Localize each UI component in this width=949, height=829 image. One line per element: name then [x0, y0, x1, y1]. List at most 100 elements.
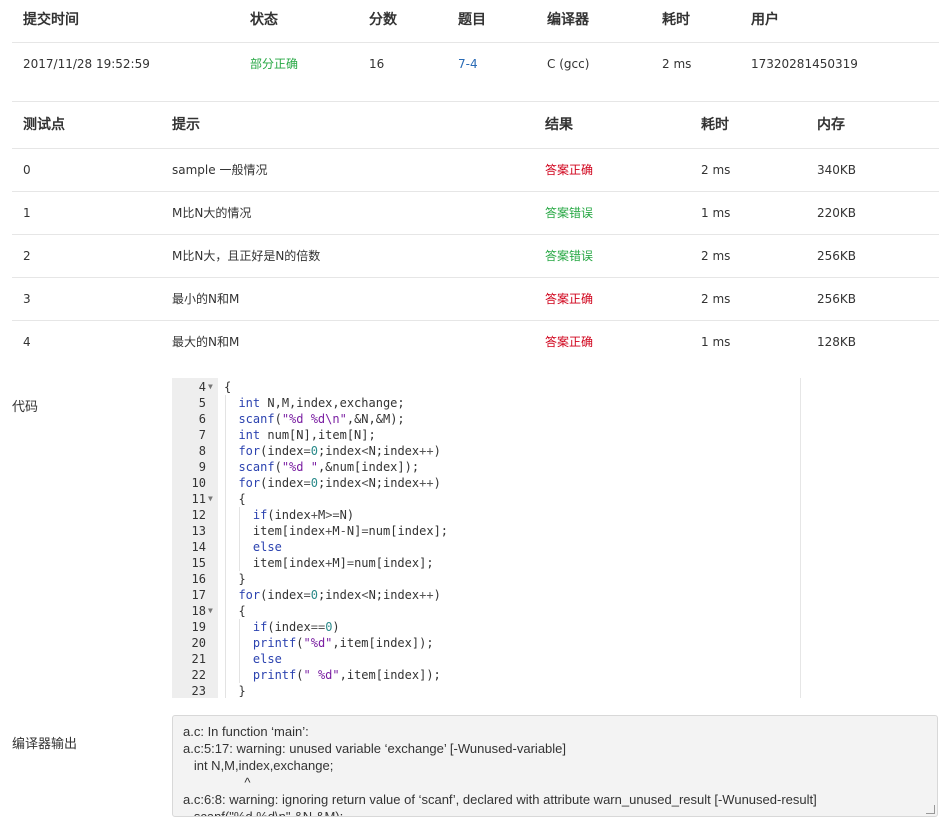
compiler-output-box[interactable]: a.c: In function ‘main’: a.c:5:17: warni…	[172, 715, 938, 817]
code-line: 17 for(index=0;index<N;index++)	[172, 587, 792, 603]
code-line: 7 int num[N],item[N];	[172, 427, 792, 443]
code-text: scanf("%d %d\n",&N,&M);	[238, 412, 405, 426]
line-number: 9	[198, 460, 206, 474]
duration-value: 2 ms	[662, 57, 692, 71]
resize-handle[interactable]	[926, 805, 935, 814]
test-result: 答案错误	[545, 249, 594, 263]
problem-link[interactable]: 7-4	[458, 43, 478, 85]
test-id: 0	[23, 163, 31, 177]
code-text: }	[224, 684, 246, 698]
line-number: 16	[191, 572, 206, 586]
code-line: 23 }	[172, 683, 792, 698]
submission-row: 2017/11/28 19:52:59 部分正确 16 7-4 C (gcc) …	[12, 43, 939, 102]
line-number: 12	[191, 508, 206, 522]
test-time: 2 ms	[701, 249, 731, 263]
header-user: 用户	[751, 12, 779, 28]
user-value: 17320281450319	[751, 57, 858, 71]
code-text: int num[N],item[N];	[238, 428, 376, 442]
test-result: 答案错误	[545, 206, 594, 220]
line-number: 15	[191, 556, 206, 570]
fold-arrow-icon[interactable]: ▼	[208, 603, 213, 619]
tests-header-row: 测试点 提示 结果 耗时 内存	[12, 101, 939, 149]
code-line: 5 int N,M,index,exchange;	[172, 395, 792, 411]
table-row: 2 M比N大，且正好是N的倍数 答案错误 2 ms 256KB	[12, 235, 939, 278]
test-id: 2	[23, 249, 31, 263]
test-id: 1	[23, 206, 31, 220]
line-number: 22	[191, 668, 206, 682]
code-text: for(index=0;index<N;index++)	[238, 588, 441, 602]
test-id: 3	[23, 292, 31, 306]
test-id: 4	[23, 335, 31, 349]
compiler-output-line: a.c:5:17: warning: unused variable ‘exch…	[183, 741, 567, 756]
indent-guide	[239, 507, 240, 571]
code-text: printf("%d",item[index]);	[252, 636, 434, 650]
table-row: 4 最大的N和M 答案正确 1 ms 128KB	[12, 321, 939, 363]
code-text: }	[224, 572, 246, 586]
code-text: for(index=0;index<N;index++)	[238, 476, 441, 490]
line-number: 7	[198, 428, 206, 442]
code-line: 9 scanf("%d ",&num[index]);	[172, 459, 792, 475]
test-memory: 256KB	[817, 249, 857, 263]
score-value: 16	[369, 57, 385, 71]
line-number: 8	[198, 444, 206, 458]
code-line: 10 for(index=0;index<N;index++)	[172, 475, 792, 491]
code-line: 8 for(index=0;index<N;index++)	[172, 443, 792, 459]
line-number: 17	[191, 588, 206, 602]
line-number: 13	[191, 524, 206, 538]
line-number: 4	[198, 380, 206, 394]
tests-table: 测试点 提示 结果 耗时 内存 0 sample 一般情况 答案正确 2 ms …	[12, 101, 939, 363]
test-hint: sample 一般情况	[172, 163, 268, 177]
code-text: int N,M,index,exchange;	[238, 396, 405, 410]
code-line: 22 printf(" %d",item[index]);	[172, 667, 792, 683]
test-time: 1 ms	[701, 206, 731, 220]
test-hint: M比N大的情况	[172, 206, 252, 220]
compiler-output-label: 编译器输出	[12, 737, 78, 752]
indent-guide	[225, 395, 226, 698]
test-memory: 128KB	[817, 335, 857, 349]
table-row: 1 M比N大的情况 答案错误 1 ms 220KB	[12, 192, 939, 235]
line-number: 23	[191, 684, 206, 698]
test-result: 答案正确	[545, 292, 594, 306]
test-memory: 220KB	[817, 206, 857, 220]
code-text: if(index==0)	[252, 620, 340, 634]
code-line: 11 ▼ {	[172, 491, 792, 507]
fold-arrow-icon[interactable]: ▼	[208, 491, 213, 507]
status-badge: 部分正确	[250, 57, 299, 71]
test-time: 1 ms	[701, 335, 731, 349]
header-result: 结果	[545, 117, 573, 133]
compiler-output-line: scanf("%d %d\n",&N,&M);	[183, 809, 344, 817]
code-text: for(index=0;index<N;index++)	[238, 444, 441, 458]
code-text: scanf("%d ",&num[index]);	[238, 460, 420, 474]
submission-header-row: 提交时间 状态 分数 题目 编译器 耗时 用户	[12, 0, 939, 43]
line-number: 21	[191, 652, 206, 666]
code-text: item[index+M-N]=num[index];	[224, 524, 449, 538]
code-editor[interactable]: 4 ▼{5 int N,M,index,exchange; 6 scanf("%d …	[172, 378, 801, 698]
code-text: item[index+M]=num[index];	[224, 556, 434, 570]
code-line: 4 ▼ {	[172, 379, 792, 395]
compiler-output-line: ^	[183, 775, 251, 790]
fold-arrow-icon[interactable]: ▼	[208, 379, 213, 395]
code-text: else	[252, 652, 282, 666]
compiler-output-line: int N,M,index,exchange;	[183, 758, 334, 773]
indent-guide	[239, 619, 240, 683]
test-result: 答案正确	[545, 335, 594, 349]
submission-table: 提交时间 状态 分数 题目 编译器 耗时 用户 2017/11/28 19:52…	[12, 0, 939, 102]
submit-time: 2017/11/28 19:52:59	[23, 57, 150, 71]
line-number: 20	[191, 636, 206, 650]
test-result: 答案正确	[545, 163, 594, 177]
header-duration: 耗时	[662, 12, 690, 28]
code-line: 12 if(index+M>=N)	[172, 507, 792, 523]
header-time: 耗时	[701, 117, 729, 133]
code-text: else	[252, 540, 282, 554]
table-row: 3 最小的N和M 答案正确 2 ms 256KB	[12, 278, 939, 321]
code-text: if(index+M>=N)	[252, 508, 355, 522]
line-number: 18	[191, 604, 206, 618]
code-text: {	[224, 604, 246, 618]
line-number: 10	[191, 476, 206, 490]
compiler-value: C (gcc)	[547, 57, 590, 71]
header-hint: 提示	[172, 117, 200, 133]
test-time: 2 ms	[701, 292, 731, 306]
code-line: 15 item[index+M]=num[index];	[172, 555, 792, 571]
test-hint: 最小的N和M	[172, 292, 240, 306]
line-number: 5	[198, 396, 206, 410]
